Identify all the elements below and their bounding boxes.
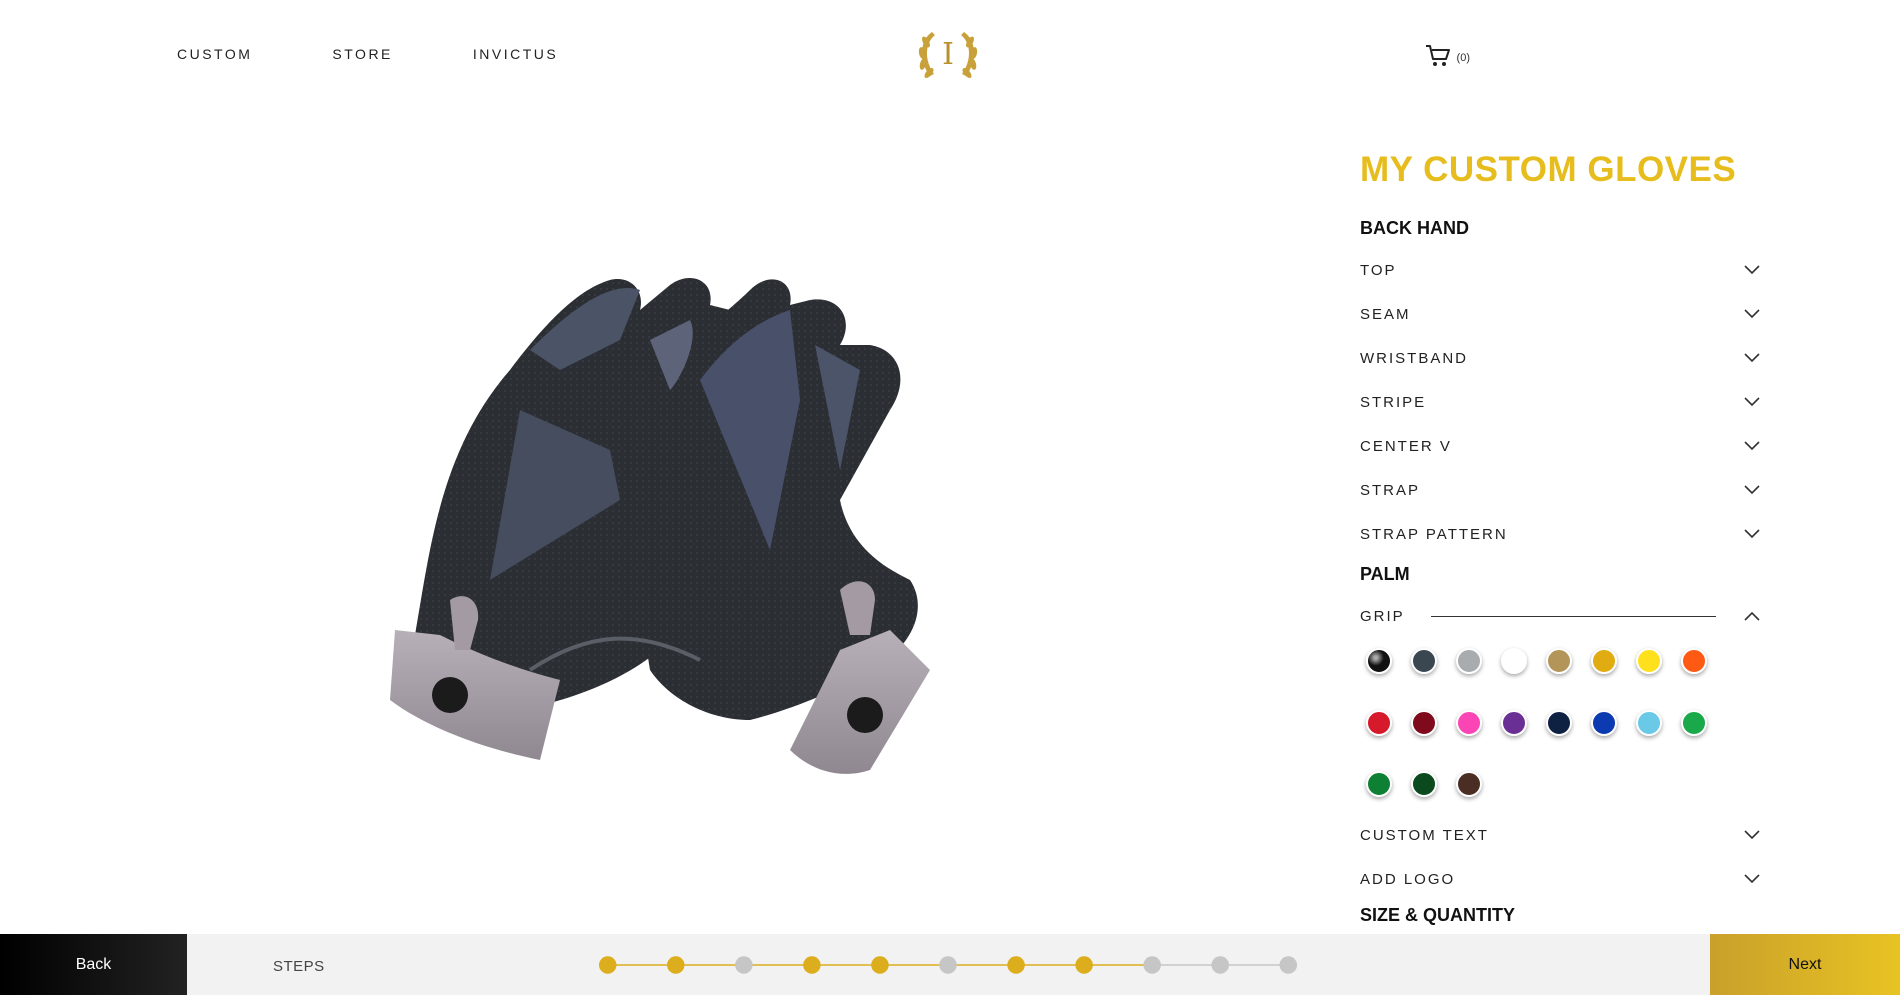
option-seam[interactable]: SEAM xyxy=(1360,292,1760,336)
main-nav: CUSTOM STORE INVICTUS xyxy=(177,46,638,62)
site-header: CUSTOM STORE INVICTUS I (0) xyxy=(0,0,1900,110)
grip-color-swatch[interactable] xyxy=(1456,709,1482,736)
grip-color-swatch[interactable] xyxy=(1456,771,1482,798)
step-dot[interactable] xyxy=(1007,956,1025,974)
steps-label: STEPS xyxy=(273,958,325,975)
option-label: STRAP xyxy=(1360,481,1421,499)
grip-color-swatch[interactable] xyxy=(1546,709,1572,736)
option-label: TOP xyxy=(1360,261,1397,279)
chevron-down-icon[interactable] xyxy=(1744,353,1760,363)
chevron-down-icon[interactable] xyxy=(1744,441,1760,451)
step-dot[interactable] xyxy=(1143,956,1161,974)
step-dot[interactable] xyxy=(939,956,957,974)
panel-title: MY CUSTOM GLOVES xyxy=(1360,150,1737,189)
svg-text:I: I xyxy=(942,37,954,72)
option-label: CUSTOM TEXT xyxy=(1360,826,1489,844)
chevron-up-icon[interactable] xyxy=(1744,611,1760,621)
option-add-logo[interactable]: ADD LOGO xyxy=(1360,857,1760,901)
chevron-down-icon[interactable] xyxy=(1744,397,1760,407)
cart-count: (0) xyxy=(1456,51,1470,64)
glove-preview[interactable] xyxy=(370,250,1050,810)
option-label: WRISTBAND xyxy=(1360,349,1468,367)
option-stripe[interactable]: STRIPE xyxy=(1360,380,1760,424)
chevron-down-icon[interactable] xyxy=(1744,265,1760,275)
option-top[interactable]: TOP xyxy=(1360,248,1760,292)
chevron-down-icon[interactable] xyxy=(1744,874,1760,884)
step-dot[interactable] xyxy=(1211,956,1229,974)
grip-color-swatch[interactable] xyxy=(1366,648,1392,674)
option-label: STRAP PATTERN xyxy=(1360,525,1508,543)
option-grip[interactable]: GRIP xyxy=(1360,594,1760,638)
cart[interactable]: (0) xyxy=(1425,44,1470,71)
chevron-down-icon[interactable] xyxy=(1744,485,1760,495)
step-dot[interactable] xyxy=(667,956,685,974)
back-hand-section-title: BACK HAND xyxy=(1360,218,1469,238)
step-progress xyxy=(598,956,1298,974)
option-label: STRIPE xyxy=(1360,393,1427,411)
grip-color-swatch[interactable] xyxy=(1501,648,1527,674)
customizer-panel: MY CUSTOM GLOVES BACK HAND TOP SEAM WRIS… xyxy=(1360,150,1760,935)
step-dot[interactable] xyxy=(598,956,617,974)
chevron-down-icon[interactable] xyxy=(1744,529,1760,539)
palm-section-title: PALM xyxy=(1360,564,1410,584)
grip-color-swatch[interactable] xyxy=(1546,648,1572,674)
grip-color-swatch[interactable] xyxy=(1501,709,1527,736)
grip-color-swatch[interactable] xyxy=(1456,648,1482,674)
option-label: SEAM xyxy=(1360,305,1411,323)
step-dot[interactable] xyxy=(803,956,821,974)
grip-color-swatch[interactable] xyxy=(1411,771,1437,798)
chevron-down-icon[interactable] xyxy=(1744,309,1760,319)
chevron-down-icon[interactable] xyxy=(1744,830,1760,840)
option-strap[interactable]: STRAP xyxy=(1360,468,1760,512)
grip-color-swatch[interactable] xyxy=(1591,709,1617,736)
bottom-bar: Back STEPS Next xyxy=(0,934,1900,995)
step-dot[interactable] xyxy=(871,956,889,974)
cart-icon[interactable] xyxy=(1425,44,1451,71)
grip-color-swatch[interactable] xyxy=(1411,709,1437,736)
grip-color-swatch[interactable] xyxy=(1636,709,1662,736)
nav-invictus[interactable]: INVICTUS xyxy=(473,46,558,62)
grip-color-swatch[interactable] xyxy=(1366,771,1392,798)
option-wristband[interactable]: WRISTBAND xyxy=(1360,336,1760,380)
option-label: ADD LOGO xyxy=(1360,870,1456,888)
grip-color-swatch[interactable] xyxy=(1411,648,1437,674)
nav-store[interactable]: STORE xyxy=(332,46,392,62)
grip-color-swatch[interactable] xyxy=(1591,648,1617,674)
step-dot[interactable] xyxy=(1279,956,1298,974)
step-dot[interactable] xyxy=(1075,956,1093,974)
option-label: CENTER V xyxy=(1360,437,1452,455)
step-dot[interactable] xyxy=(735,956,753,974)
nav-custom[interactable]: CUSTOM xyxy=(177,46,252,62)
option-center-v[interactable]: CENTER V xyxy=(1360,424,1760,468)
next-button[interactable]: Next xyxy=(1710,934,1900,995)
grip-color-swatch[interactable] xyxy=(1366,709,1392,736)
grip-color-swatch[interactable] xyxy=(1681,709,1707,736)
option-custom-text[interactable]: CUSTOM TEXT xyxy=(1360,813,1760,857)
grip-color-swatch[interactable] xyxy=(1636,648,1662,674)
grip-color-swatch[interactable] xyxy=(1681,648,1707,674)
option-label: GRIP xyxy=(1360,607,1405,625)
back-button[interactable]: Back xyxy=(0,934,187,995)
option-strap-pattern[interactable]: STRAP PATTERN xyxy=(1360,512,1760,556)
brand-logo[interactable]: I xyxy=(912,26,984,82)
grip-color-swatches xyxy=(1360,638,1760,813)
grip-divider xyxy=(1430,615,1716,617)
size-quantity-section-title: SIZE & QUANTITY xyxy=(1360,905,1516,925)
